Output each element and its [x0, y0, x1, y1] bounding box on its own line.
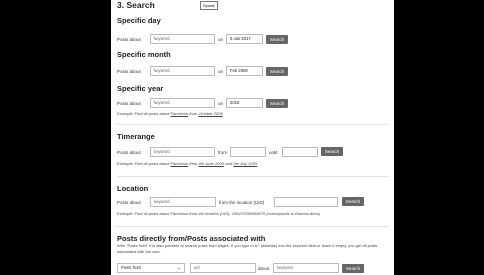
posts-about-label: Posts about: [117, 37, 141, 42]
posts-about-label: Posts about: [117, 200, 141, 205]
example-link[interactable]: Facebook: [171, 161, 189, 166]
divider: [117, 176, 388, 177]
example-link[interactable]: Facebook: [171, 111, 189, 116]
until-date-input[interactable]: [282, 147, 318, 157]
keyword-input[interactable]: keyword: [150, 98, 215, 108]
posts-type-select[interactable]: Posts from ⌄: [117, 263, 185, 273]
search-button[interactable]: Search: [342, 197, 364, 206]
from-label: from: [218, 150, 227, 155]
keyword-input[interactable]: keyword: [150, 34, 215, 44]
example-text: Example: Find all posts about Facebook f…: [117, 161, 258, 166]
posts-directly-description: With "Posts from" it is also possible to…: [117, 243, 378, 254]
uid-input[interactable]: uid: [190, 263, 256, 273]
example-text: Example: Find all posts about Facebook f…: [117, 211, 321, 216]
date-input[interactable]: 9 Jan 2017: [226, 34, 263, 44]
location-heading: Location: [117, 184, 149, 193]
location-uid-input[interactable]: [274, 197, 338, 207]
specific-year-heading: Specific year: [117, 84, 164, 93]
search-button[interactable]: Search: [266, 35, 288, 44]
keyword-input[interactable]: keyword: [150, 197, 216, 207]
on-label: on: [218, 69, 224, 74]
on-label: on: [218, 101, 224, 106]
search-button[interactable]: Search: [266, 99, 288, 108]
posts-about-label: Posts about: [117, 150, 141, 155]
divider: [117, 226, 388, 227]
example-link[interactable]: October 2005: [198, 111, 222, 116]
search-button[interactable]: Search: [266, 67, 288, 76]
keyword-input[interactable]: keyword: [273, 263, 339, 273]
specific-month-heading: Specific month: [117, 50, 171, 59]
from-date-input[interactable]: [230, 147, 266, 157]
search-page: 3. Search Sports Specific day Posts abou…: [111, 0, 394, 275]
about-label: about: [258, 266, 270, 271]
posts-directly-heading: Posts directly from/Posts associated wit…: [117, 234, 266, 243]
divider: [117, 124, 388, 125]
posts-about-label: Posts about: [117, 101, 141, 106]
tooltip: Sports: [200, 1, 218, 10]
example-link[interactable]: 9th July 2005: [233, 161, 257, 166]
timerange-heading: Timerange: [117, 132, 155, 141]
specific-day-heading: Specific day: [117, 16, 161, 25]
keyword-input[interactable]: keyword: [150, 147, 215, 157]
until-label: until: [269, 150, 278, 155]
from-location-label: from the location (UID): [219, 200, 265, 205]
section-title: 3. Search: [117, 0, 155, 10]
month-input[interactable]: Feb 2008: [226, 66, 263, 76]
keyword-input[interactable]: keyword: [150, 66, 215, 76]
posts-about-label: Posts about: [117, 69, 141, 74]
example-link[interactable]: 4th June 2005: [198, 161, 223, 166]
chevron-down-icon: ⌄: [176, 265, 181, 271]
example-text: Example: Find all posts about Facebook f…: [117, 111, 223, 116]
year-input[interactable]: 2018: [226, 98, 263, 108]
search-button[interactable]: Search: [321, 147, 343, 156]
search-button[interactable]: Search: [342, 264, 364, 273]
on-label: on: [218, 37, 224, 42]
